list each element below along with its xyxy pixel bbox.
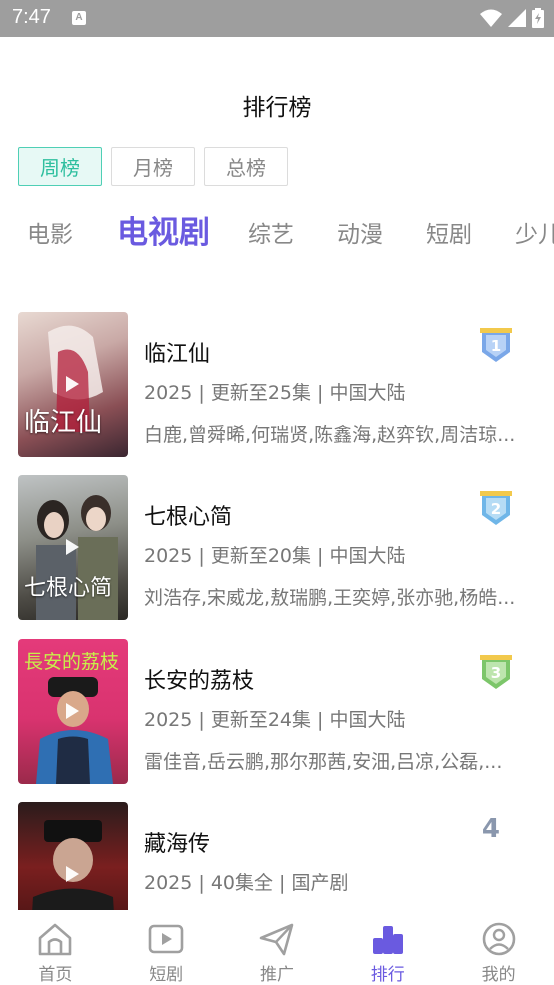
svg-text:1: 1 [491,337,501,355]
poster-title: 七根心简 [24,576,113,601]
notification-a-icon: A [72,11,86,25]
item-title[interactable]: 七根心简 [144,499,232,531]
tab-movie[interactable]: 电影 [27,215,73,249]
item-title[interactable]: 临江仙 [144,336,210,368]
signal-icon [508,9,526,27]
tab-monthly[interactable]: 月榜 [111,147,195,186]
period-tabs: 周榜 月榜 总榜 [18,147,288,186]
item-meta: 2025 | 更新至25集 | 中国大陆 [144,382,406,404]
poster-image[interactable]: 長安的荔枝 [18,639,128,784]
battery-icon [532,8,544,28]
tab-anime[interactable]: 动漫 [337,215,383,249]
item-meta: 2025 | 更新至24集 | 中国大陆 [144,709,406,731]
svg-text:2: 2 [491,500,501,518]
category-tabs: 电影 电视剧 综艺 动漫 短剧 少儿 [0,205,554,255]
nav-ranking-label: 排行 [370,965,405,985]
tab-short-drama[interactable]: 短剧 [426,215,472,249]
item-cast: 刘浩存,宋威龙,敖瑞鹏,王奕婷,张亦驰,杨皓... [144,587,516,609]
play-icon [66,866,79,882]
nav-promote[interactable]: 推广 [222,910,333,985]
list-item[interactable]: 長安的荔枝 长安的荔枝 2025 | 更新至24集 | 中国大陆 雷佳音,岳云鹏… [18,639,538,784]
poster-image[interactable]: 临江仙 [18,312,128,457]
item-cast: 雷佳音,岳云鹏,那尔那茜,安沺,吕凉,公磊,... [144,751,503,773]
poster-image[interactable]: 七根心简 [18,475,128,620]
poster-figure [32,820,114,910]
nav-short-drama[interactable]: 短剧 [111,910,222,985]
item-cast: 白鹿,曾舜晞,何瑞贤,陈鑫海,赵弈钦,周洁琼... [144,424,516,446]
tab-tv-series[interactable]: 电视剧 [117,207,210,252]
user-icon [482,922,515,956]
nav-mine[interactable]: 我的 [443,910,554,985]
tab-kids[interactable]: 少儿 [515,215,554,249]
rank-badge-3-icon: 3 [480,655,512,689]
poster-title: 長安的荔枝 [24,651,120,673]
play-box-icon [148,924,184,954]
rank-badge-1-icon: 1 [480,328,512,362]
tab-variety[interactable]: 综艺 [248,215,294,249]
nav-short-drama-label: 短剧 [149,965,184,985]
bottom-nav: 首页 短剧 推广 排行 我的 [0,910,554,985]
play-icon [66,539,79,555]
tab-weekly[interactable]: 周榜 [18,147,102,186]
poster-title: 临江仙 [24,408,103,438]
rank-number: 4 [481,814,500,844]
poster-image[interactable] [18,802,128,910]
list-item[interactable]: 藏海传 2025 | 40集全 | 国产剧 4 [18,802,538,910]
status-icons [480,8,544,28]
item-title[interactable]: 长安的荔枝 [144,663,254,695]
play-icon [66,703,79,719]
rank-badge-2-icon: 2 [480,491,512,525]
nav-home[interactable]: 首页 [0,910,111,985]
nav-mine-label: 我的 [481,965,516,985]
wifi-icon [480,9,502,27]
home-icon [39,923,72,956]
item-meta: 2025 | 40集全 | 国产剧 [144,872,349,894]
tab-total[interactable]: 总榜 [204,147,288,186]
item-title[interactable]: 藏海传 [144,826,210,858]
status-time: 7:47 [12,6,51,28]
list-item[interactable]: 临江仙 临江仙 2025 | 更新至25集 | 中国大陆 白鹿,曾舜晞,何瑞贤,… [18,312,538,457]
ranking-icon [372,926,403,954]
page-title: 排行榜 [242,95,312,121]
paper-plane-icon [259,923,294,956]
svg-text:3: 3 [491,664,501,682]
nav-promote-label: 推广 [259,965,294,985]
item-meta: 2025 | 更新至20集 | 中国大陆 [144,545,406,567]
list-item[interactable]: 七根心简 七根心简 2025 | 更新至20集 | 中国大陆 刘浩存,宋威龙,敖… [18,475,538,620]
nav-ranking[interactable]: 排行 [332,910,443,985]
status-bar: 7:47 A [0,0,554,37]
play-icon [66,376,79,392]
nav-home-label: 首页 [38,965,73,985]
